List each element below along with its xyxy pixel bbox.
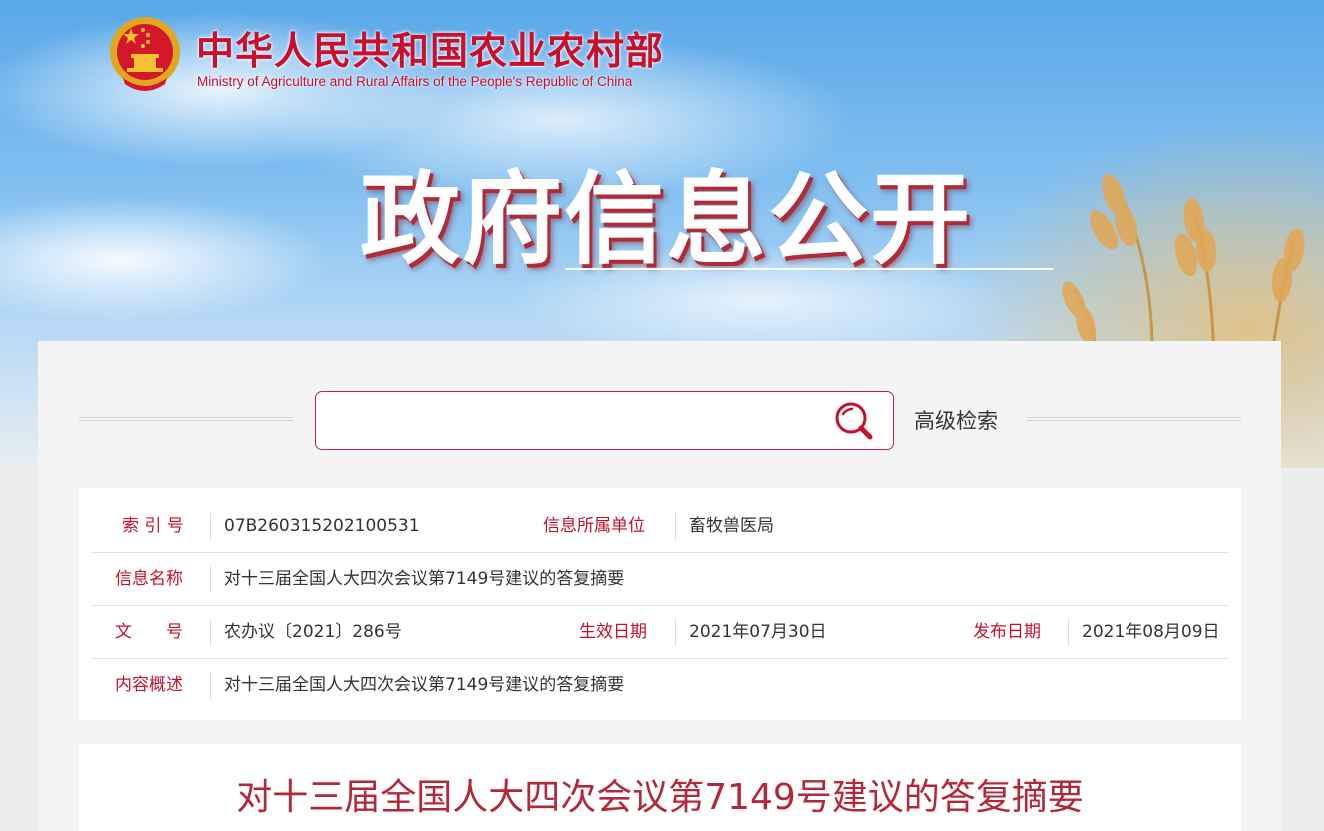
search-box bbox=[315, 391, 894, 450]
search-divider-right bbox=[1027, 417, 1241, 421]
info-row-name: 信息名称 对十三届全国人大四次会议第7149号建议的答复摘要 bbox=[91, 553, 1229, 606]
separator bbox=[210, 672, 211, 699]
search-divider-left bbox=[79, 417, 293, 421]
effective-date-value: 2021年07月30日 bbox=[689, 622, 827, 642]
title-underline bbox=[565, 268, 1053, 270]
doc-number-label: 文 号 bbox=[115, 622, 183, 642]
summary-label: 内容概述 bbox=[115, 675, 183, 695]
separator bbox=[210, 566, 211, 593]
article-header: 对十三届全国人大四次会议第7149号建议的答复摘要 bbox=[79, 744, 1241, 831]
index-label: 索 引 号 bbox=[122, 516, 184, 536]
info-row-document: 文 号 农办议〔2021〕286号 生效日期 2021年07月30日 发布日期 … bbox=[91, 606, 1229, 659]
info-row-index: 索 引 号 07B260315202100531 信息所属单位 畜牧兽医局 bbox=[91, 500, 1229, 553]
separator bbox=[675, 513, 676, 540]
separator bbox=[1068, 619, 1069, 646]
search-input[interactable] bbox=[330, 402, 810, 438]
doc-number-value: 农办议〔2021〕286号 bbox=[224, 622, 402, 642]
advanced-search-link[interactable]: 高级检索 bbox=[914, 405, 998, 435]
ministry-name-en: Ministry of Agriculture and Rural Affair… bbox=[197, 74, 633, 89]
info-row-summary: 内容概述 对十三届全国人大四次会议第7149号建议的答复摘要 bbox=[91, 659, 1229, 712]
separator bbox=[210, 619, 211, 646]
unit-label: 信息所属单位 bbox=[543, 516, 645, 536]
publish-date-label: 发布日期 bbox=[973, 622, 1041, 642]
name-value: 对十三届全国人大四次会议第7149号建议的答复摘要 bbox=[224, 569, 625, 589]
index-value: 07B260315202100531 bbox=[224, 516, 420, 536]
publish-date-value: 2021年08月09日 bbox=[1082, 622, 1220, 642]
separator bbox=[210, 513, 211, 540]
main-panel: 高级检索 索 引 号 07B260315202100531 信息所属单位 畜牧兽… bbox=[38, 341, 1281, 831]
name-label: 信息名称 bbox=[115, 569, 183, 589]
summary-value: 对十三届全国人大四次会议第7149号建议的答复摘要 bbox=[224, 675, 625, 695]
info-table: 索 引 号 07B260315202100531 信息所属单位 畜牧兽医局 信息… bbox=[79, 488, 1241, 720]
effective-date-label: 生效日期 bbox=[579, 622, 647, 642]
article-title: 对十三届全国人大四次会议第7149号建议的答复摘要 bbox=[236, 777, 1084, 818]
ministry-name-cn: 中华人民共和国农业农村部 bbox=[196, 29, 665, 73]
search-icon[interactable] bbox=[833, 401, 875, 441]
page-title: 政府信息公开 bbox=[360, 161, 972, 278]
national-emblem-icon bbox=[110, 17, 180, 91]
unit-value: 畜牧兽医局 bbox=[689, 516, 774, 536]
separator bbox=[675, 619, 676, 646]
